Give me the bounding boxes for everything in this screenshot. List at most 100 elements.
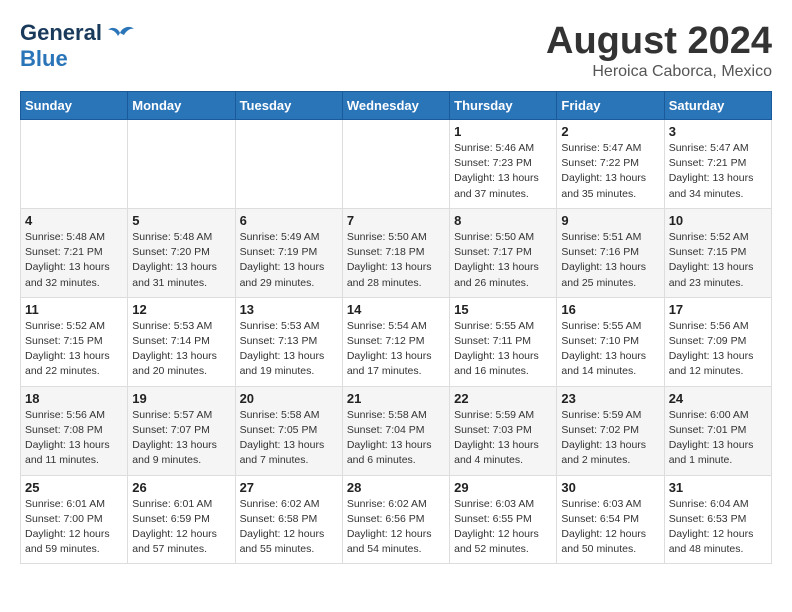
calendar-cell: 20 Sunrise: 5:58 AMSunset: 7:05 PMDayligh…	[235, 386, 342, 475]
day-number: 15	[454, 302, 552, 317]
calendar-header-row: SundayMondayTuesdayWednesdayThursdayFrid…	[21, 92, 772, 120]
day-info: Sunrise: 5:52 AMSunset: 7:15 PMDaylight:…	[25, 319, 123, 380]
day-number: 5	[132, 213, 230, 228]
day-number: 20	[240, 391, 338, 406]
day-info: Sunrise: 5:51 AMSunset: 7:16 PMDaylight:…	[561, 230, 659, 291]
logo-bird-icon	[106, 23, 134, 43]
calendar-cell: 29Sunrise: 6:03 AMSunset: 6:55 PMDayligh…	[450, 475, 557, 564]
day-info: Sunrise: 5:53 AMSunset: 7:13 PMDaylight:…	[240, 319, 338, 380]
calendar-cell: 8Sunrise: 5:50 AMSunset: 7:17 PMDaylight…	[450, 208, 557, 297]
day-info: Sunrise: 5:50 AMSunset: 7:17 PMDaylight:…	[454, 230, 552, 291]
day-number: 13	[240, 302, 338, 317]
day-number: 18	[25, 391, 123, 406]
day-number: 27	[240, 480, 338, 495]
calendar-cell: 3 Sunrise: 5:47 AMSunset: 7:21 PMDaylight…	[664, 120, 771, 209]
day-number: 16	[561, 302, 659, 317]
day-info: Sunrise: 5:57 AMSunset: 7:07 PMDaylight:…	[132, 408, 230, 469]
col-header-thursday: Thursday	[450, 92, 557, 120]
day-info: Sunrise: 5:54 AMSunset: 7:12 PMDaylight:…	[347, 319, 445, 380]
day-info: Sunrise: 5:50 AMSunset: 7:18 PMDaylight:…	[347, 230, 445, 291]
day-number: 6	[240, 213, 338, 228]
title-block: August 2024 Heroica Caborca, Mexico	[546, 20, 772, 81]
day-info: Sunrise: 5:58 AMSunset: 7:05 PMDaylight:…	[240, 408, 338, 469]
day-info: Sunrise: 6:03 AMSunset: 6:55 PMDaylight:…	[454, 497, 552, 558]
page-header: General Blue August 2024 Heroica Caborca…	[20, 20, 772, 81]
day-number: 12	[132, 302, 230, 317]
calendar-cell: 2Sunrise: 5:47 AMSunset: 7:22 PMDaylight…	[557, 120, 664, 209]
calendar-week-row: 1 Sunrise: 5:46 AMSunset: 7:23 PMDaylight…	[21, 120, 772, 209]
day-number: 28	[347, 480, 445, 495]
calendar-cell: 17 Sunrise: 5:56 AMSunset: 7:09 PMDayligh…	[664, 297, 771, 386]
day-number: 1	[454, 124, 552, 139]
calendar-cell: 13 Sunrise: 5:53 AMSunset: 7:13 PMDayligh…	[235, 297, 342, 386]
calendar-cell: 31 Sunrise: 6:04 AMSunset: 6:53 PMDayligh…	[664, 475, 771, 564]
day-number: 25	[25, 480, 123, 495]
calendar-cell: 15 Sunrise: 5:55 AMSunset: 7:11 PMDayligh…	[450, 297, 557, 386]
day-info: Sunrise: 5:55 AMSunset: 7:11 PMDaylight:…	[454, 319, 552, 380]
day-info: Sunrise: 6:01 AMSunset: 6:59 PMDaylight:…	[132, 497, 230, 558]
day-info: Sunrise: 5:49 AMSunset: 7:19 PMDaylight:…	[240, 230, 338, 291]
month-title: August 2024	[546, 20, 772, 63]
day-info: Sunrise: 5:48 AMSunset: 7:21 PMDaylight:…	[25, 230, 123, 291]
day-number: 24	[669, 391, 767, 406]
day-info: Sunrise: 6:02 AMSunset: 6:58 PMDaylight:…	[240, 497, 338, 558]
calendar-cell: 6 Sunrise: 5:49 AMSunset: 7:19 PMDaylight…	[235, 208, 342, 297]
day-number: 9	[561, 213, 659, 228]
day-info: Sunrise: 6:02 AMSunset: 6:56 PMDaylight:…	[347, 497, 445, 558]
day-number: 23	[561, 391, 659, 406]
day-number: 2	[561, 124, 659, 139]
calendar-cell: 5 Sunrise: 5:48 AMSunset: 7:20 PMDaylight…	[128, 208, 235, 297]
calendar-cell: 26 Sunrise: 6:01 AMSunset: 6:59 PMDayligh…	[128, 475, 235, 564]
col-header-tuesday: Tuesday	[235, 92, 342, 120]
day-number: 19	[132, 391, 230, 406]
calendar-cell	[21, 120, 128, 209]
col-header-sunday: Sunday	[21, 92, 128, 120]
day-info: Sunrise: 5:56 AMSunset: 7:09 PMDaylight:…	[669, 319, 767, 380]
day-info: Sunrise: 5:55 AMSunset: 7:10 PMDaylight:…	[561, 319, 659, 380]
day-number: 14	[347, 302, 445, 317]
day-info: Sunrise: 6:00 AMSunset: 7:01 PMDaylight:…	[669, 408, 767, 469]
day-number: 31	[669, 480, 767, 495]
calendar-cell: 18Sunrise: 5:56 AMSunset: 7:08 PMDayligh…	[21, 386, 128, 475]
calendar-cell: 24 Sunrise: 6:00 AMSunset: 7:01 PMDayligh…	[664, 386, 771, 475]
day-info: Sunrise: 5:46 AMSunset: 7:23 PMDaylight:…	[454, 141, 552, 202]
col-header-friday: Friday	[557, 92, 664, 120]
calendar-cell: 19 Sunrise: 5:57 AMSunset: 7:07 PMDayligh…	[128, 386, 235, 475]
calendar-cell	[128, 120, 235, 209]
day-info: Sunrise: 5:48 AMSunset: 7:20 PMDaylight:…	[132, 230, 230, 291]
location: Heroica Caborca, Mexico	[546, 63, 772, 81]
calendar-cell: 21Sunrise: 5:58 AMSunset: 7:04 PMDayligh…	[342, 386, 449, 475]
calendar-cell: 16 Sunrise: 5:55 AMSunset: 7:10 PMDayligh…	[557, 297, 664, 386]
calendar-cell: 7Sunrise: 5:50 AMSunset: 7:18 PMDaylight…	[342, 208, 449, 297]
calendar-week-row: 11Sunrise: 5:52 AMSunset: 7:15 PMDayligh…	[21, 297, 772, 386]
day-number: 17	[669, 302, 767, 317]
logo: General Blue	[20, 20, 134, 72]
calendar-cell	[342, 120, 449, 209]
calendar-table: SundayMondayTuesdayWednesdayThursdayFrid…	[20, 91, 772, 564]
calendar-cell: 10Sunrise: 5:52 AMSunset: 7:15 PMDayligh…	[664, 208, 771, 297]
calendar-week-row: 18Sunrise: 5:56 AMSunset: 7:08 PMDayligh…	[21, 386, 772, 475]
col-header-saturday: Saturday	[664, 92, 771, 120]
col-header-wednesday: Wednesday	[342, 92, 449, 120]
day-info: Sunrise: 5:58 AMSunset: 7:04 PMDaylight:…	[347, 408, 445, 469]
day-number: 3	[669, 124, 767, 139]
calendar-cell: 22Sunrise: 5:59 AMSunset: 7:03 PMDayligh…	[450, 386, 557, 475]
day-info: Sunrise: 6:03 AMSunset: 6:54 PMDaylight:…	[561, 497, 659, 558]
col-header-monday: Monday	[128, 92, 235, 120]
logo-blue-text: Blue	[20, 46, 68, 71]
day-info: Sunrise: 5:59 AMSunset: 7:02 PMDaylight:…	[561, 408, 659, 469]
day-info: Sunrise: 5:59 AMSunset: 7:03 PMDaylight:…	[454, 408, 552, 469]
day-number: 26	[132, 480, 230, 495]
calendar-cell: 12 Sunrise: 5:53 AMSunset: 7:14 PMDayligh…	[128, 297, 235, 386]
day-info: Sunrise: 5:53 AMSunset: 7:14 PMDaylight:…	[132, 319, 230, 380]
calendar-cell	[235, 120, 342, 209]
day-info: Sunrise: 5:47 AMSunset: 7:21 PMDaylight:…	[669, 141, 767, 202]
calendar-cell: 30Sunrise: 6:03 AMSunset: 6:54 PMDayligh…	[557, 475, 664, 564]
calendar-week-row: 25 Sunrise: 6:01 AMSunset: 7:00 PMDayligh…	[21, 475, 772, 564]
calendar-cell: 4Sunrise: 5:48 AMSunset: 7:21 PMDaylight…	[21, 208, 128, 297]
day-number: 10	[669, 213, 767, 228]
calendar-cell: 23 Sunrise: 5:59 AMSunset: 7:02 PMDayligh…	[557, 386, 664, 475]
day-info: Sunrise: 6:04 AMSunset: 6:53 PMDaylight:…	[669, 497, 767, 558]
day-info: Sunrise: 6:01 AMSunset: 7:00 PMDaylight:…	[25, 497, 123, 558]
calendar-cell: 9 Sunrise: 5:51 AMSunset: 7:16 PMDaylight…	[557, 208, 664, 297]
